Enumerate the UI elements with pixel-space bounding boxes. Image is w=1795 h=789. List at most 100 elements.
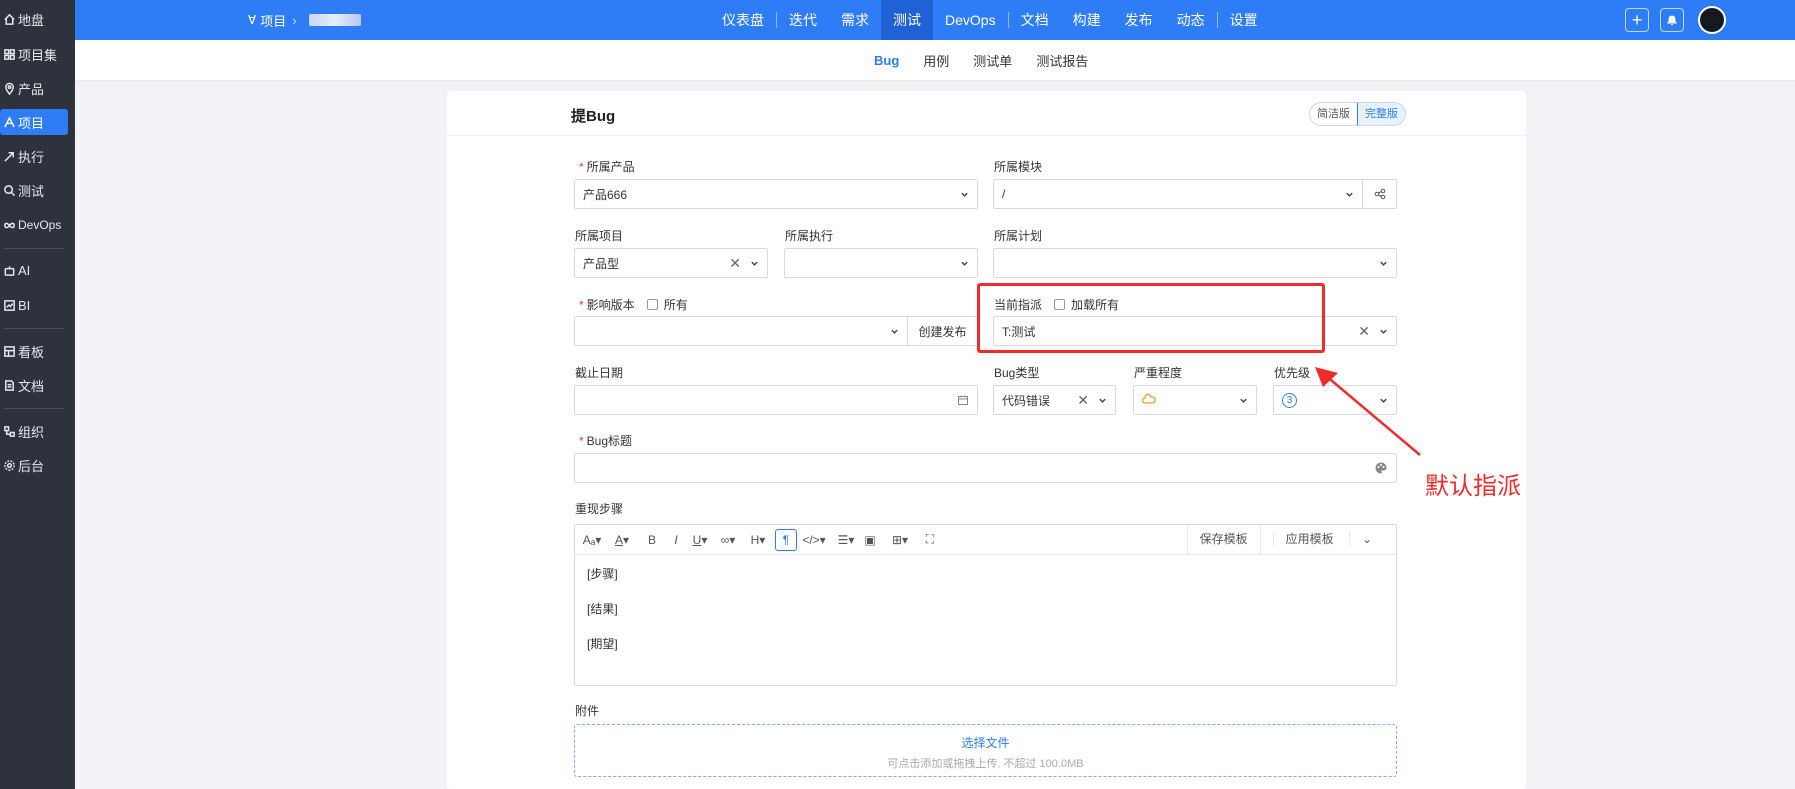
bell-icon xyxy=(1667,15,1677,25)
table-icon[interactable]: ⊞▾ xyxy=(889,529,911,551)
file-upload-area[interactable]: 选择文件 可点击添加或拖拽上传, 不超过 100.0MB xyxy=(574,724,1397,777)
create-release-button[interactable]: 创建发布 xyxy=(907,316,978,346)
version-select[interactable] xyxy=(574,316,908,346)
result-line: [结果] xyxy=(587,602,618,616)
clear-icon[interactable]: ✕ xyxy=(729,255,741,272)
nav-release[interactable]: 发布 xyxy=(1113,0,1165,40)
editor-content[interactable]: [步骤] [结果] [期望] xyxy=(575,555,1396,680)
nav-story[interactable]: 需求 xyxy=(829,0,881,40)
italic-icon[interactable]: I xyxy=(665,529,687,551)
tab-testtask[interactable]: 测试单 xyxy=(961,51,1024,70)
version-all-checkbox[interactable] xyxy=(646,299,658,310)
chevron-down-icon xyxy=(1378,326,1388,336)
clear-icon[interactable]: ✕ xyxy=(1358,323,1370,340)
steps-editor[interactable]: Aₐ▾ A ▾ B I U ▾ ∞▾ H▾ ¶ </>▾ ☰▾ ▣ ⊞▾ ⛶ 保存模… xyxy=(574,524,1397,686)
sidebar-item-label: 项目 xyxy=(18,115,45,131)
sidebar-item-label: 文档 xyxy=(18,378,45,394)
bold-icon[interactable]: B xyxy=(641,529,663,551)
breadcrumb-project-name[interactable] xyxy=(308,14,361,26)
sidebar-item-bi[interactable]: BI xyxy=(0,292,68,318)
palette-icon[interactable] xyxy=(1374,461,1388,475)
sidebar-item-test[interactable]: 测试 xyxy=(0,177,68,203)
image-icon[interactable]: ▣ xyxy=(859,529,881,551)
sidebar-item-program[interactable]: 项目集 xyxy=(0,41,68,67)
sidebar-item-label: 执行 xyxy=(18,149,45,165)
sidebar-item-doc[interactable]: 文档 xyxy=(0,372,68,398)
save-template-button[interactable]: 保存模板 xyxy=(1186,525,1260,554)
apply-template-button[interactable]: 应用模板 ⌄ xyxy=(1259,525,1396,554)
sidebar: 地盘 项目集 产品 项目 执行 测试 DevOps AI BI 看板 文档 组织… xyxy=(0,0,75,789)
sidebar-item-label: 组织 xyxy=(18,424,45,440)
bug-title-input[interactable] xyxy=(574,453,1397,483)
org-icon xyxy=(2,424,16,438)
choose-file-link[interactable]: 选择文件 xyxy=(575,734,1396,751)
version-all-label: 所有 xyxy=(663,298,688,312)
form-mode-toggle: 简洁版 完整版 xyxy=(1309,102,1406,126)
deadline-input[interactable] xyxy=(574,385,978,415)
step-line: [步骤] xyxy=(587,567,618,581)
nav-test[interactable]: 测试 xyxy=(881,0,933,40)
chevron-down-icon xyxy=(1378,258,1388,268)
sidebar-item-devops[interactable]: DevOps xyxy=(0,212,68,238)
font-size-icon[interactable]: Aₐ▾ xyxy=(581,529,603,551)
code-icon[interactable]: </>▾ xyxy=(802,529,825,551)
link-icon[interactable]: ∞▾ xyxy=(717,529,739,551)
execution-select[interactable] xyxy=(784,248,978,278)
module-manage-button[interactable] xyxy=(1362,179,1397,209)
nav-dashboard[interactable]: 仪表盘 xyxy=(710,0,776,40)
heading-icon[interactable]: H▾ xyxy=(747,529,769,551)
project-label: 所属项目 xyxy=(575,229,624,243)
clear-icon[interactable]: ✕ xyxy=(1077,392,1089,409)
sidebar-item-product[interactable]: 产品 xyxy=(0,75,68,101)
project-icon xyxy=(2,115,16,129)
mode-simple-button[interactable]: 简洁版 xyxy=(1310,103,1357,125)
chevron-down-icon xyxy=(959,189,969,199)
notification-button[interactable] xyxy=(1660,8,1684,32)
sidebar-item-project[interactable]: 项目 xyxy=(0,109,68,135)
sidebar-item-kanban[interactable]: 看板 xyxy=(0,338,68,364)
infinity-icon xyxy=(2,218,16,232)
mode-full-button[interactable]: 完整版 xyxy=(1357,103,1405,125)
sidebar-item-ai[interactable]: AI xyxy=(0,257,68,283)
priority-label: 优先级 xyxy=(1274,366,1311,380)
tab-bug[interactable]: Bug xyxy=(862,53,911,68)
add-button[interactable]: + xyxy=(1625,8,1649,32)
avatar[interactable] xyxy=(1698,6,1726,34)
bugtype-value: 代码错误 xyxy=(1002,393,1051,408)
gear-icon xyxy=(2,458,16,472)
plan-label: 所属计划 xyxy=(994,229,1043,243)
calendar-icon[interactable] xyxy=(957,394,969,406)
sidebar-item-admin[interactable]: 后台 xyxy=(0,452,68,478)
sidebar-item-execution[interactable]: 执行 xyxy=(0,143,68,169)
module-value: / xyxy=(1002,187,1006,201)
product-select[interactable]: 产品666 xyxy=(574,179,978,209)
nav-dynamic[interactable]: 动态 xyxy=(1165,0,1217,40)
sidebar-item-org[interactable]: 组织 xyxy=(0,418,68,444)
sidebar-item-dashboard[interactable]: 地盘 xyxy=(0,6,68,32)
plan-select[interactable] xyxy=(993,248,1397,278)
nav-doc[interactable]: 文档 xyxy=(1009,0,1061,40)
chevron-down-icon: ⌄ xyxy=(1348,532,1384,546)
underline-icon[interactable]: U ▾ xyxy=(689,529,711,551)
location-icon xyxy=(2,81,16,95)
search-icon xyxy=(2,183,16,197)
severity-select[interactable] xyxy=(1133,385,1257,415)
font-color-icon[interactable]: A ▾ xyxy=(611,529,633,551)
bugtype-select[interactable]: 代码错误 ✕ xyxy=(993,385,1116,415)
nav-settings[interactable]: 设置 xyxy=(1218,0,1270,40)
nav-iteration[interactable]: 迭代 xyxy=(777,0,829,40)
nav-build[interactable]: 构建 xyxy=(1061,0,1113,40)
list-icon[interactable]: ☰▾ xyxy=(835,529,857,551)
project-select[interactable]: 产品型 ✕ xyxy=(574,248,768,278)
paragraph-icon[interactable]: ¶ xyxy=(775,528,797,551)
tab-case[interactable]: 用例 xyxy=(911,51,961,70)
module-select[interactable]: / xyxy=(993,179,1363,209)
sidebar-divider xyxy=(4,248,64,249)
nav-devops[interactable]: DevOps xyxy=(933,0,1008,40)
sidebar-item-label: AI xyxy=(18,262,31,278)
top-navbar: Ɐ 项目 › 仪表盘 迭代 需求 测试 DevOps 文档 构建 发布 动态 设… xyxy=(75,0,1795,40)
tab-testreport[interactable]: 测试报告 xyxy=(1024,51,1100,70)
fullscreen-icon[interactable]: ⛶ xyxy=(919,529,941,551)
sidebar-item-label: 测试 xyxy=(18,183,45,199)
breadcrumb-root[interactable]: 项目 xyxy=(260,11,286,30)
